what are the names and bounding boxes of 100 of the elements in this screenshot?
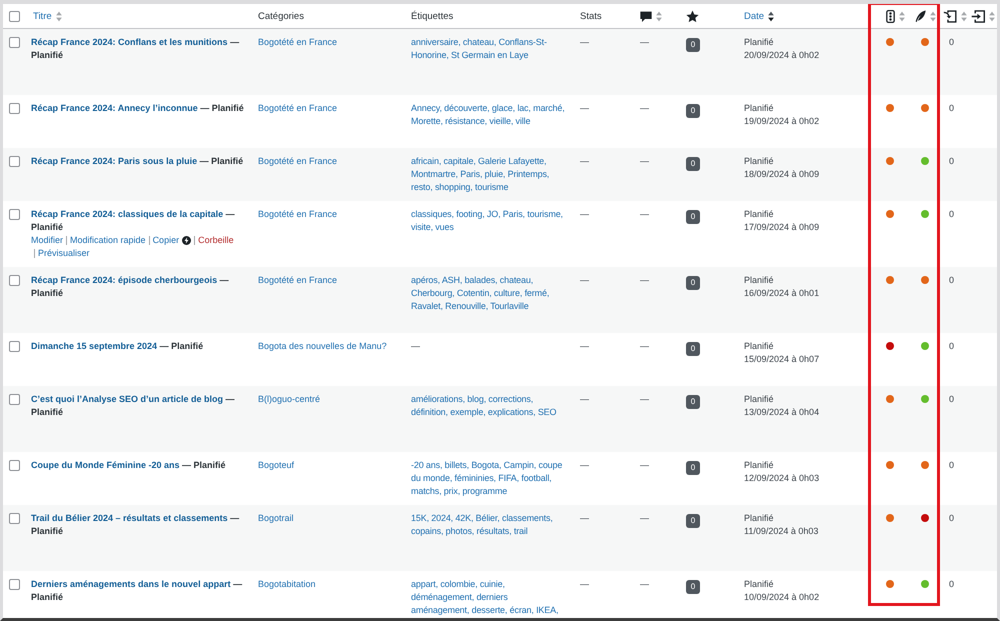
sort-arrows-icon[interactable] xyxy=(768,11,774,22)
title-link[interactable]: Récap France 2024: classiques de la capitale xyxy=(31,209,224,219)
date-status: Planifié xyxy=(744,274,775,287)
action-link[interactable]: Prévisualiser xyxy=(38,247,90,260)
link-count: 0 xyxy=(949,512,956,525)
tag-links[interactable]: africain, capitale, Galerie Lafayette, Montmartre, Paris, pluie, Printemps, resto, shopping, tourisme xyxy=(411,155,568,194)
row-checkbox[interactable] xyxy=(9,579,20,590)
date-status: Planifié xyxy=(744,459,775,472)
category-link[interactable]: Bogotété en France xyxy=(258,209,338,219)
title-link[interactable]: Trail du Bélier 2024 – résultats et classements xyxy=(31,513,228,523)
category-link[interactable]: Bogota des nouvelles de Manu? xyxy=(258,341,387,351)
row-checkbox[interactable] xyxy=(9,103,20,114)
comments-value: — xyxy=(640,578,650,591)
stats-value: — xyxy=(580,578,590,591)
box-arrow-icon[interactable] xyxy=(943,10,957,23)
row-checkbox[interactable] xyxy=(9,37,20,48)
comments-value: — xyxy=(640,459,650,472)
date-status: Planifié xyxy=(744,393,775,406)
tag-links[interactable]: anniversaire, chateau, Conflans-St-Honorine, St Germain en Laye xyxy=(411,36,568,62)
tag-links[interactable]: apéros, ASH, balades, chateau, Cherbourg, Cotentin, culture, fermé, Ravalet, Renouville, Tourlaville xyxy=(411,274,568,313)
title-link[interactable]: Derniers aménagements dans le nouvel appart xyxy=(31,579,231,589)
post-date: 12/09/2024 à 0h03 xyxy=(744,472,820,485)
action-link[interactable]: Corbeille xyxy=(198,234,234,247)
column-header: Catégories xyxy=(258,10,304,23)
stats-value: — xyxy=(580,102,590,115)
count-badge: 0 xyxy=(686,38,700,52)
link-count: 0 xyxy=(949,340,956,353)
category-link[interactable]: Bogotrail xyxy=(258,513,294,523)
comments-value: — xyxy=(640,274,650,287)
title-link[interactable]: Récap France 2024: Conflans et les munitions xyxy=(31,37,228,47)
action-link[interactable]: Copier xyxy=(152,234,180,247)
bolt-icon[interactable] xyxy=(182,236,192,245)
stats-value: — xyxy=(580,512,590,525)
stats-value: — xyxy=(580,36,590,49)
category-link[interactable]: Bogotété en France xyxy=(258,156,338,166)
comment-icon[interactable] xyxy=(640,10,652,22)
comments-value: — xyxy=(640,512,650,525)
category-link[interactable]: Bogoteuf xyxy=(258,460,294,470)
tag-links[interactable]: -20 ans, billets, Bogota, Campin, coupe du monde, fémininies, FIFA, football, matchs, prix, programme xyxy=(411,459,568,498)
traffic-light-icon[interactable] xyxy=(886,10,895,23)
post-date: 19/09/2024 à 0h02 xyxy=(744,115,820,128)
empty-tags-text: — xyxy=(411,340,421,353)
date-status: Planifié xyxy=(744,512,775,525)
row-checkbox[interactable] xyxy=(9,209,20,220)
link-count: 0 xyxy=(949,102,956,115)
column-header[interactable]: Date xyxy=(744,10,764,23)
title-link[interactable]: Récap France 2024: Paris sous la pluie xyxy=(31,156,198,166)
comments-value: — xyxy=(640,36,650,49)
post-title: Récap France 2024: Annecy l’inconnue — Planifié xyxy=(31,102,245,115)
row-checkbox[interactable] xyxy=(9,275,20,286)
category-link[interactable]: B(l)oguo-centré xyxy=(258,394,320,404)
tag-links[interactable]: améliorations, blog, corrections, définition, exemple, explications, SEO xyxy=(411,393,568,419)
feather-icon[interactable] xyxy=(914,10,926,23)
count-badge: 0 xyxy=(686,210,700,224)
count-badge: 0 xyxy=(686,276,700,290)
tag-links[interactable]: appart, colombie, cuinie, déménagement, derniers aménagement, desserte, écran, IKEA, xyxy=(411,578,568,617)
stats-value: — xyxy=(580,208,590,221)
category-link[interactable]: Bogotabitation xyxy=(258,579,316,589)
title-link[interactable]: Récap France 2024: épisode cherbourgeois xyxy=(31,275,218,285)
column-header[interactable]: Titre xyxy=(33,10,52,23)
tag-links[interactable]: 15K, 2024, 42K, Bélier, classements, copains, photos, résultats, trail xyxy=(411,512,568,538)
post-title: Récap France 2024: épisode cherbourgeois — Planifié xyxy=(31,274,230,300)
row-checkbox[interactable] xyxy=(9,341,20,352)
action-link[interactable]: Modifier xyxy=(31,234,64,247)
title-link[interactable]: Récap France 2024: Annecy l’inconnue xyxy=(31,103,198,113)
date-status: Planifié xyxy=(744,155,775,168)
link-count: 0 xyxy=(949,274,956,287)
row-checkbox[interactable] xyxy=(9,513,20,524)
category-link[interactable]: Bogotété en France xyxy=(258,103,338,113)
row-checkbox[interactable] xyxy=(9,156,20,167)
category-link[interactable]: Bogotété en France xyxy=(258,275,338,285)
title-link[interactable]: Coupe du Monde Féminine -20 ans xyxy=(31,460,180,470)
stats-value: — xyxy=(580,393,590,406)
title-link[interactable]: Dimanche 15 septembre 2024 xyxy=(31,341,158,351)
link-count: 0 xyxy=(949,36,956,49)
row-checkbox[interactable] xyxy=(9,460,20,471)
post-date: 11/09/2024 à 0h03 xyxy=(744,525,820,538)
date-status: Planifié xyxy=(744,578,775,591)
row-checkbox[interactable] xyxy=(9,394,20,405)
tag-links[interactable]: classiques, footing, JO, Paris, tourisme, visite, vues xyxy=(411,208,568,234)
box-arrow-icon[interactable] xyxy=(971,10,985,23)
date-status: Planifié xyxy=(744,102,775,115)
post-title: C’est quoi l’Analyse SEO d’un article de blog — Planifié xyxy=(31,393,236,419)
column-header: Étiquettes xyxy=(411,10,454,23)
post-date: 13/09/2024 à 0h04 xyxy=(744,406,820,419)
comments-value: — xyxy=(640,102,650,115)
stats-value: — xyxy=(580,274,590,287)
select-all-checkbox[interactable] xyxy=(9,11,20,22)
link-count: 0 xyxy=(949,459,956,472)
link-count: 0 xyxy=(949,393,956,406)
action-link[interactable]: Modification rapide xyxy=(70,234,146,247)
post-date: 20/09/2024 à 0h02 xyxy=(744,49,820,62)
post-title: Coupe du Monde Féminine -20 ans — Planifié xyxy=(31,459,227,472)
tag-links[interactable]: Annecy, découverte, glace, lac, marché, Morette, résistance, vieille, ville xyxy=(411,102,568,128)
post-date: 15/09/2024 à 0h07 xyxy=(744,353,820,366)
title-link[interactable]: C’est quoi l’Analyse SEO d’un article de blog xyxy=(31,394,224,404)
post-date: 17/09/2024 à 0h09 xyxy=(744,221,820,234)
category-link[interactable]: Bogotété en France xyxy=(258,37,338,47)
post-title: Trail du Bélier 2024 – résultats et classements — Planifié xyxy=(31,512,240,538)
stats-value: — xyxy=(580,340,590,353)
